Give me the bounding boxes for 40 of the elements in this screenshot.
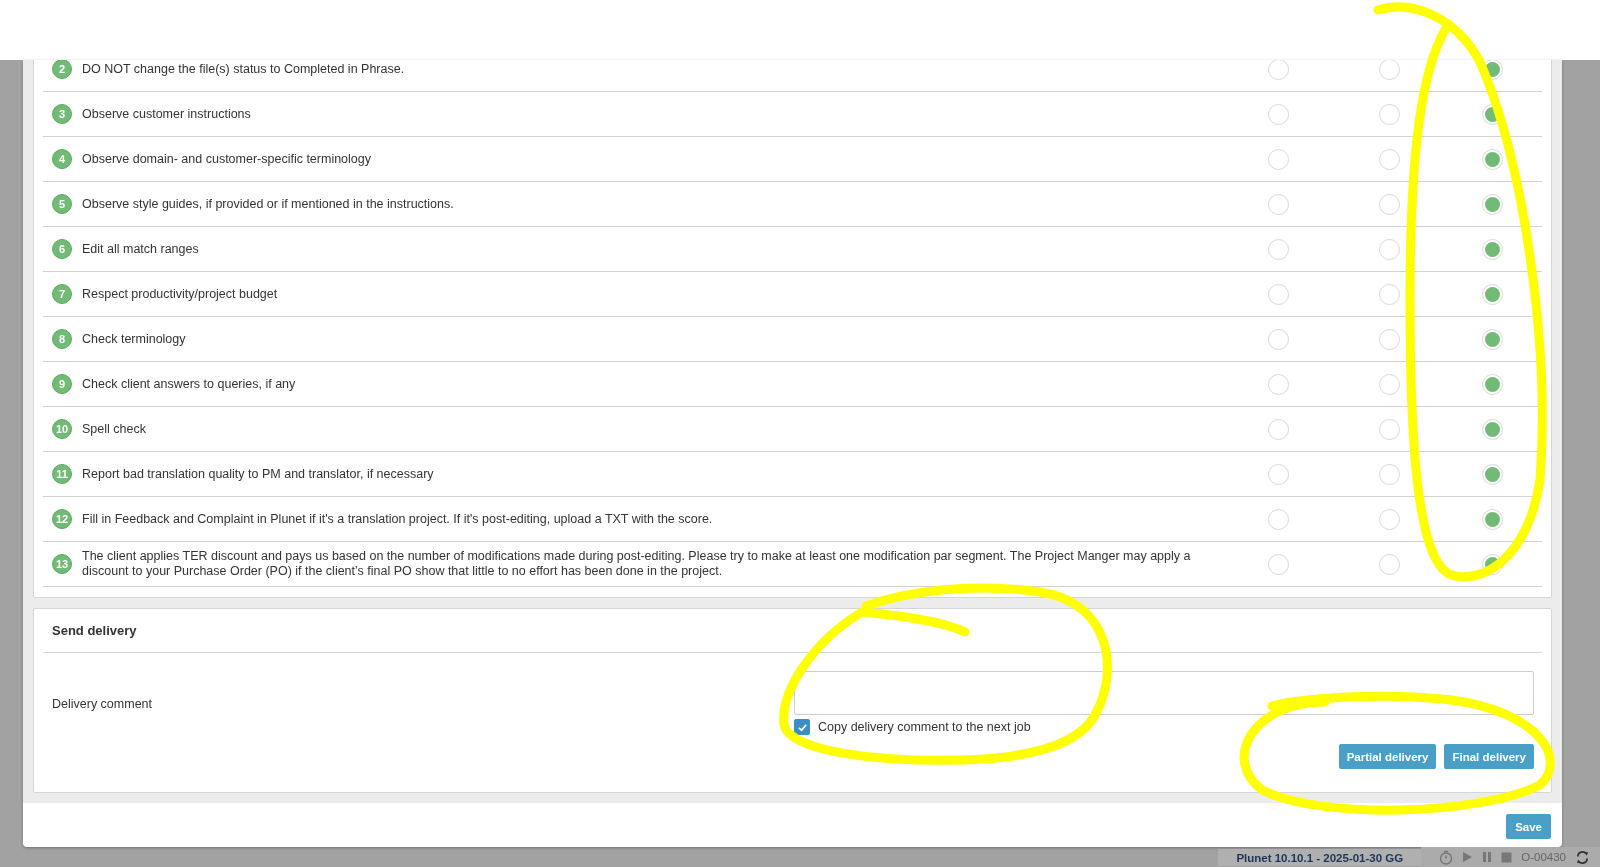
step-number: 7 <box>52 284 72 304</box>
checklist-text: Check client answers to queries, if any <box>82 375 297 393</box>
step-number: 4 <box>52 149 72 169</box>
section-title: Send delivery <box>52 623 137 638</box>
checklist-text: Spell check <box>82 420 147 438</box>
refresh-icon[interactable] <box>1575 849 1590 865</box>
checkbox[interactable] <box>794 719 810 735</box>
step-number: 6 <box>52 239 72 259</box>
comment-field[interactable] <box>794 671 1534 715</box>
step-number: 11 <box>52 464 72 484</box>
checkbox-label: Copy delivery comment to the next job <box>818 720 1031 734</box>
checklist-text: Observe customer instructions <box>82 105 252 123</box>
play-icon[interactable] <box>1462 851 1474 863</box>
field-label: Delivery comment <box>51 697 154 713</box>
checklist-text: Fill in Feedback and Complaint in Plunet if it's a translation project. If it's post-editing, upload a TXT with the score. <box>82 510 714 528</box>
version-label: Plunet 10.10.1 - 2025-01-30 GG <box>1218 848 1422 866</box>
step-number: 5 <box>52 194 72 214</box>
step-number: 8 <box>52 329 72 349</box>
checklist-text: Observe domain- and customer-specific terminology <box>82 150 372 168</box>
checklist-text: Observe style guides, if provided or if mentioned in the instructions. <box>82 195 455 213</box>
step-number: 2 <box>52 60 72 79</box>
checklist-text: Report bad translation quality to PM and translator, if necessary <box>82 465 435 483</box>
checklist-text: Edit all match ranges <box>82 240 200 258</box>
checklist-text: Respect productivity/project budget <box>82 285 279 303</box>
step-number: 10 <box>52 419 72 439</box>
checkmark-icon <box>796 721 808 733</box>
step-number: 3 <box>52 104 72 124</box>
step-number: 12 <box>52 509 72 529</box>
step-number: 13 <box>52 554 72 574</box>
checklist-text: Check terminology <box>82 330 187 348</box>
pause-icon[interactable] <box>1482 851 1493 863</box>
delivery-button[interactable]: Partial delivery <box>1338 744 1437 769</box>
stop-icon[interactable] <box>1501 851 1513 863</box>
step-number: 9 <box>52 374 72 394</box>
checklist-text: DO NOT change the file(s) status to Completed in Phrase. <box>82 60 406 78</box>
delivery-button[interactable]: Final delivery <box>1444 744 1534 769</box>
job-id: O-00430 <box>1521 851 1566 863</box>
checklist-text: The client applies TER discount and pays us based on the number of modifications made during post-editing. Please try to make at least one modification par segment. The Project Manger may apply a discount to your Purchase Order (PO) if the client’s final PO show that little to no effort has been done in the project. <box>82 548 1192 580</box>
save-button[interactable]: Save <box>1506 814 1551 839</box>
timer-icon[interactable] <box>1439 849 1454 865</box>
